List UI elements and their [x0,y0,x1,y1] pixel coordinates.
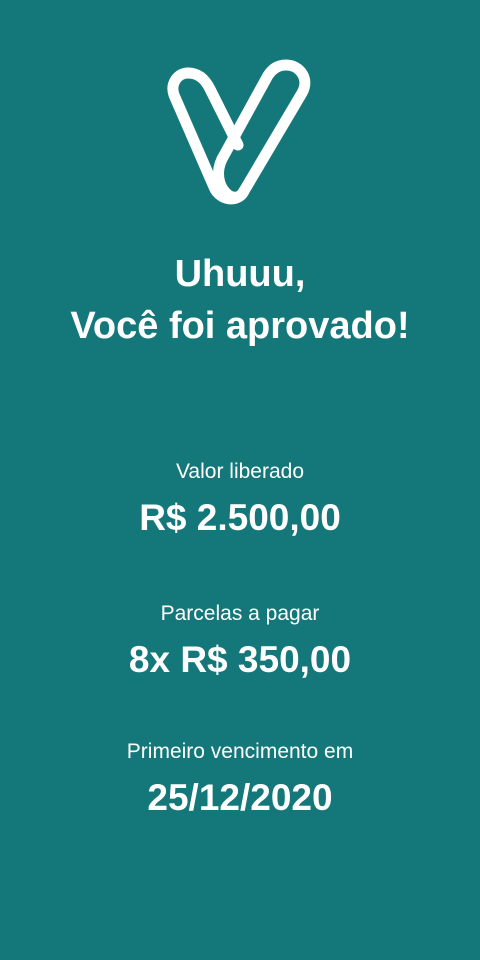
headline-line-1: Uhuuu, [174,253,306,295]
approval-headline: Uhuuu, Você foi aprovado! [0,248,480,352]
released-amount-value: R$ 2.500,00 [139,497,341,538]
installments-value: 8x R$ 350,00 [128,639,352,680]
v-logo-icon [167,59,311,205]
logo-area [0,0,480,220]
first-due-date-section: Primeiro vencimento em 25/12/2020 [0,738,480,822]
headline-line-2: Você foi aprovado! [70,305,410,347]
installments-label: Parcelas a pagar [160,602,320,625]
installments-section: Parcelas a pagar 8x R$ 350,00 [0,600,480,684]
released-amount-label: Valor liberado [175,460,305,483]
released-amount-section: Valor liberado R$ 2.500,00 [0,458,480,542]
first-due-date-value: 25/12/2020 [147,777,333,818]
first-due-date-label: Primeiro vencimento em [126,740,354,763]
